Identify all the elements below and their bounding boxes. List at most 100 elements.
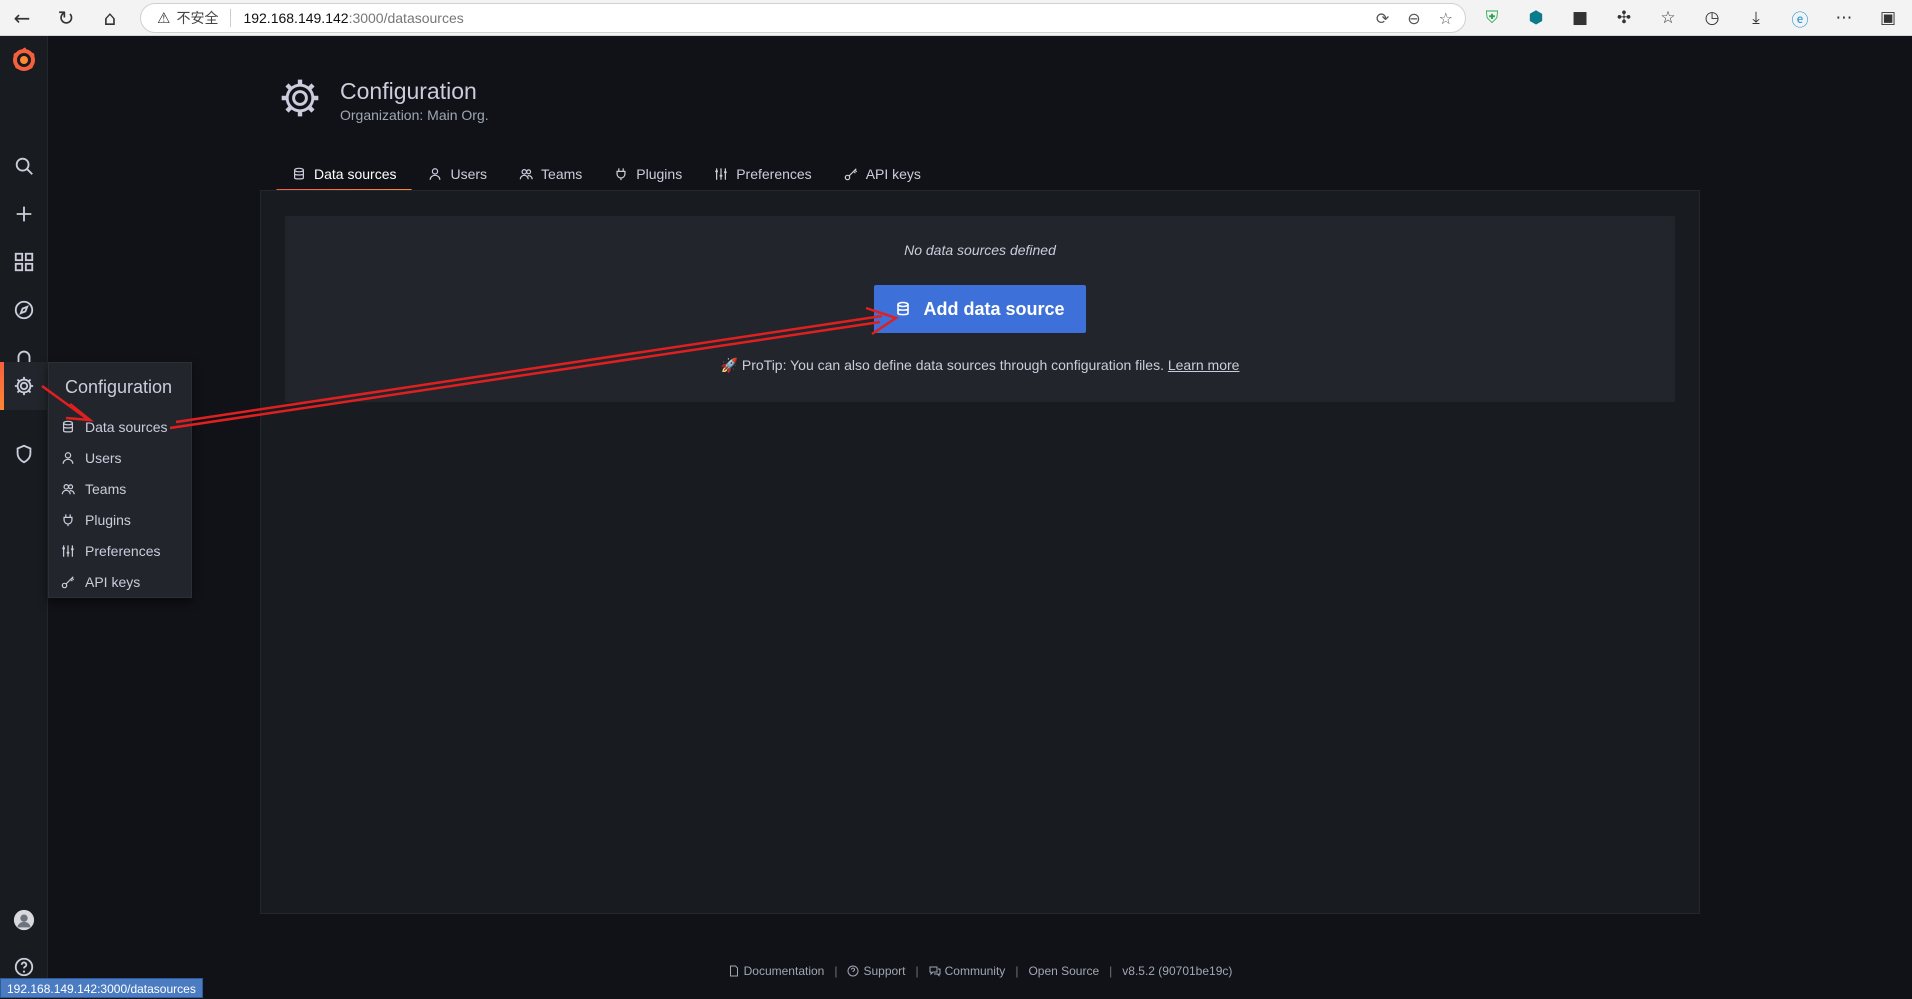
database-icon xyxy=(63,420,73,433)
shield-extension-icon[interactable]: ⛨ xyxy=(1480,8,1504,28)
menu-item-plugins[interactable]: Plugins xyxy=(49,505,193,535)
url-path: :3000/datasources xyxy=(348,10,464,26)
warning-icon: ⚠ xyxy=(157,9,171,27)
menu-item-teams[interactable]: Teams xyxy=(49,474,193,504)
footer: Documentation | Support | Community | Op… xyxy=(0,964,1912,978)
footer-label: Support xyxy=(863,964,906,978)
address-bar[interactable]: ⚠ 不安全 192.168.149.142:3000/datasources ⟳… xyxy=(140,3,1466,33)
tab-label: Teams xyxy=(541,166,583,182)
tab-api-keys[interactable]: API keys xyxy=(828,156,937,192)
sidebar-search[interactable] xyxy=(0,146,48,186)
empty-message: No data sources defined xyxy=(904,242,1056,258)
learn-more-link[interactable]: Learn more xyxy=(1168,357,1240,373)
history-icon[interactable]: ◷ xyxy=(1700,8,1724,28)
footer-open-source[interactable]: Open Source xyxy=(1028,964,1099,978)
app-extension-icon[interactable]: ■ xyxy=(1568,8,1592,28)
sliders-icon xyxy=(62,545,74,557)
footer-documentation[interactable]: Documentation xyxy=(728,964,824,978)
more-menu-icon[interactable]: ⋯ xyxy=(1832,8,1856,28)
extensions-icon[interactable]: ✣ xyxy=(1612,8,1636,28)
add-data-source-label: Add data source xyxy=(923,298,1065,319)
menu-item-api-keys[interactable]: API keys xyxy=(49,567,193,597)
tab-plugins[interactable]: Plugins xyxy=(598,156,698,192)
home-icon[interactable]: ⌂ xyxy=(88,0,132,36)
sliders-icon xyxy=(715,168,727,180)
edge-icon[interactable]: ⓔ xyxy=(1788,6,1812,31)
user-icon xyxy=(62,452,74,464)
tab-label: Preferences xyxy=(736,166,812,182)
add-data-source-button[interactable]: Add data source xyxy=(874,285,1086,333)
users-icon xyxy=(61,484,75,495)
sidebar-profile[interactable] xyxy=(0,900,48,940)
configuration-dropdown: Configuration Data sources Users Teams P… xyxy=(48,362,192,598)
plug-icon xyxy=(63,514,73,527)
tab-preferences[interactable]: Preferences xyxy=(698,156,827,192)
reader-icon[interactable]: ⊖ xyxy=(1407,9,1420,28)
footer-label: v8.5.2 (90701be19c) xyxy=(1122,964,1233,978)
menu-item-data-sources[interactable]: Data sources xyxy=(49,412,193,442)
footer-label: Open Source xyxy=(1028,964,1100,978)
tab-label: Users xyxy=(450,166,488,182)
key-icon xyxy=(844,168,857,181)
address-actions: ⟳ ⊖ ☆ xyxy=(1376,4,1453,32)
menu-item-label: Data sources xyxy=(85,419,168,435)
apps-grid-icon xyxy=(14,252,34,272)
footer-version: v8.5.2 (90701be19c) xyxy=(1122,964,1232,978)
menu-item-label: Preferences xyxy=(85,543,161,559)
menu-item-label: Teams xyxy=(85,481,127,497)
protip: 🚀 ProTip: You can also define data sourc… xyxy=(285,357,1675,374)
favorites-icon[interactable]: ☆ xyxy=(1656,8,1680,28)
shield-icon xyxy=(16,444,32,464)
footer-divider: | xyxy=(1015,964,1019,978)
cog-icon xyxy=(14,376,34,396)
page-title: Configuration xyxy=(340,78,477,104)
tab-data-sources[interactable]: Data sources xyxy=(276,156,413,192)
empty-list-cta: No data sources defined Add data source … xyxy=(285,216,1675,402)
url-host: 192.168.149.142 xyxy=(243,10,349,26)
compass-icon xyxy=(14,300,34,320)
database-icon xyxy=(897,301,910,316)
key-icon xyxy=(61,576,75,589)
user-icon xyxy=(430,168,441,180)
users-icon xyxy=(519,169,533,180)
footer-support[interactable]: Support xyxy=(847,964,906,978)
menu-item-label: Users xyxy=(85,450,122,466)
footer-divider: | xyxy=(915,964,919,978)
menu-item-preferences[interactable]: Preferences xyxy=(49,536,193,566)
hex-extension-icon[interactable]: ⬢ xyxy=(1524,8,1548,28)
sidebar-configuration[interactable] xyxy=(0,362,48,410)
download-icon[interactable]: ⤓ xyxy=(1744,8,1768,28)
page-subtitle: Organization: Main Org. xyxy=(340,107,489,123)
sidebar-explore[interactable] xyxy=(0,290,48,330)
protip-text: ProTip: You can also define data sources… xyxy=(741,357,1168,373)
question-circle-icon xyxy=(847,965,859,977)
grafana-logo-icon[interactable] xyxy=(10,46,38,74)
address-divider xyxy=(230,9,232,27)
sidebar-toggle-icon[interactable]: ▣ xyxy=(1876,8,1900,28)
comments-icon xyxy=(929,966,941,977)
tab-label: Data sources xyxy=(314,166,397,182)
config-tabs: Data sources Users Teams Plugins Prefere… xyxy=(276,156,937,192)
browser-toolbar: ← ↻ ⌂ ⚠ 不安全 192.168.149.142:3000/datasou… xyxy=(0,0,1912,36)
footer-divider: | xyxy=(834,964,838,978)
back-icon[interactable]: ← xyxy=(0,0,44,36)
favorite-star-icon[interactable]: ☆ xyxy=(1439,9,1453,28)
tab-users[interactable]: Users xyxy=(412,156,503,192)
translate-icon[interactable]: ⟳ xyxy=(1376,9,1389,28)
tab-teams[interactable]: Teams xyxy=(503,156,598,192)
extension-toolbar: ⛨ ⬢ ■ ✣ ☆ ◷ ⤓ ⓔ ⋯ ▣ xyxy=(1480,0,1900,36)
menu-item-users[interactable]: Users xyxy=(49,443,193,473)
sidebar-create[interactable] xyxy=(0,194,48,234)
footer-divider: | xyxy=(1109,964,1113,978)
document-icon xyxy=(729,965,738,977)
tab-label: Plugins xyxy=(636,166,683,182)
plus-icon xyxy=(16,206,32,222)
sidebar-server-admin[interactable] xyxy=(0,434,48,474)
reload-icon[interactable]: ↻ xyxy=(44,0,88,36)
sidebar-dashboards[interactable] xyxy=(0,242,48,282)
side-menu xyxy=(0,36,48,998)
search-icon xyxy=(15,157,33,175)
insecure-label: 不安全 xyxy=(176,10,219,26)
footer-community[interactable]: Community xyxy=(929,964,1006,978)
footer-label: Community xyxy=(944,964,1006,978)
